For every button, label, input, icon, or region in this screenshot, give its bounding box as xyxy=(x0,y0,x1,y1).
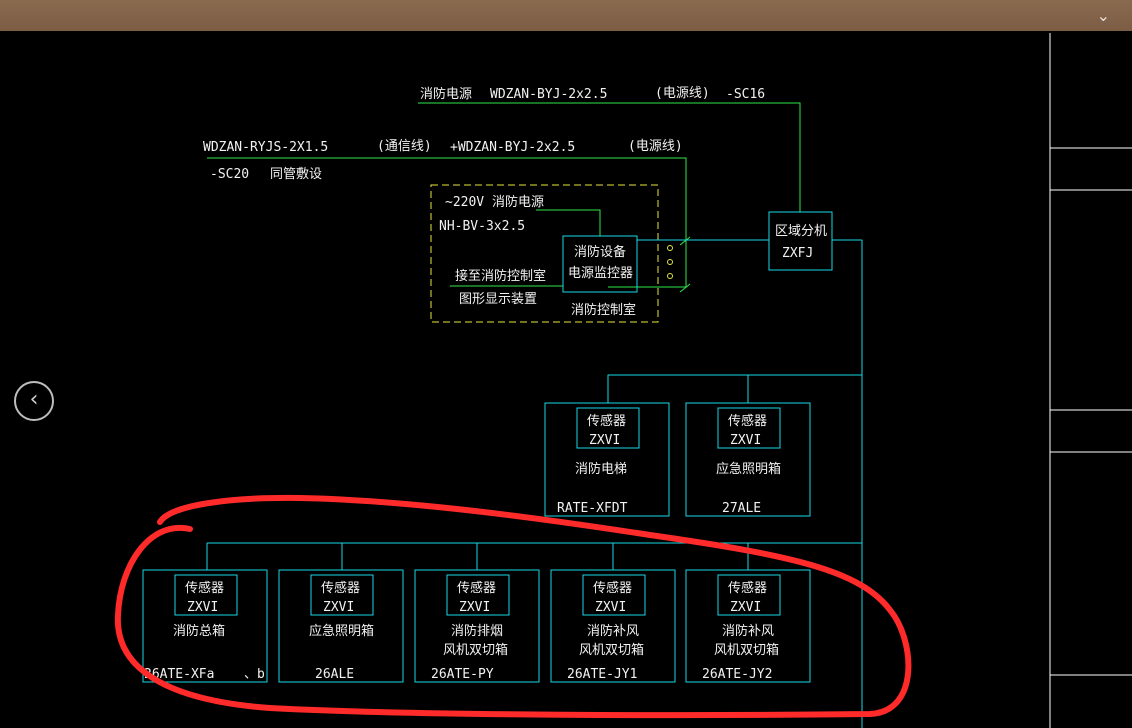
control-room-line1: ~220V 消防电源 xyxy=(445,194,544,210)
device-id: 26ATE-PY xyxy=(431,667,494,682)
device-box: 传感器 ZXVI 应急照明箱 26ALE xyxy=(278,569,404,683)
cad-diagram: 消防电源 WDZAN-BYJ-2x2.5 (电源线) -SC16 WDZAN-R… xyxy=(114,33,1132,728)
device-id: RATE-XFDT xyxy=(557,501,628,516)
device-name: 消防补风 xyxy=(587,623,639,639)
top-cable-label-d: -SC16 xyxy=(726,87,765,102)
device-box: 传感器 ZXVI 消防补风风机双切箱 26ATE-JY1 xyxy=(550,569,676,683)
control-room-line2: NH-BV-3x2.5 xyxy=(439,219,525,234)
second-cable-label-a: WDZAN-RYJS-2X1.5 xyxy=(203,140,328,155)
zone-splitter-box xyxy=(768,211,833,271)
sensor-code: ZXVI xyxy=(730,433,761,448)
device-box: 传感器 ZXVI 消防排烟风机双切箱 26ATE-PY xyxy=(414,569,540,683)
top-cable-label-a: 消防电源 xyxy=(420,86,472,102)
device-id: 27ALE xyxy=(722,501,761,516)
device-name: 应急照明箱 xyxy=(716,461,781,477)
top-cable-label-c: (电源线) xyxy=(655,86,710,101)
device-name-2: 风机双切箱 xyxy=(579,642,644,658)
zone-splitter-line2: ZXFJ xyxy=(782,246,813,261)
sensor-code: ZXVI xyxy=(589,433,620,448)
device-name: 应急照明箱 xyxy=(309,623,374,639)
monitor-line1: 消防设备 xyxy=(574,244,626,260)
connect-text-1: 接至消防控制室 xyxy=(455,268,546,284)
terminal-dots xyxy=(667,245,673,279)
control-room-label: 消防控制室 xyxy=(571,302,636,318)
device-box: 传感器 ZXVI 应急照明箱 27ALE xyxy=(685,402,811,517)
device-box: 传感器 ZXVI 消防电梯 RATE-XFDT xyxy=(544,402,670,517)
sensor-label: 传感器 xyxy=(321,580,360,596)
zone-splitter-line1: 区域分机 xyxy=(775,224,827,239)
sensor-code: ZXVI xyxy=(730,600,761,615)
sensor-label: 传感器 xyxy=(728,413,767,429)
second-cable-label-b: (通信线) xyxy=(377,139,432,154)
device-id: 26ALE xyxy=(315,667,354,682)
connect-text-2: 图形显示装置 xyxy=(459,292,537,307)
device-id: 26ATE-JY2 xyxy=(702,667,772,682)
device-id-suffix: 、b xyxy=(244,667,265,682)
monitor-line2: 电源监控器 xyxy=(568,266,633,281)
red-annotation-loop xyxy=(114,494,912,719)
second-cable-label-d: (电源线) xyxy=(628,139,683,154)
device-name-2: 风机双切箱 xyxy=(443,642,508,658)
sensor-label: 传感器 xyxy=(593,580,632,596)
device-id: 26ATE-JY1 xyxy=(567,667,637,682)
sensor-code: ZXVI xyxy=(323,600,354,615)
second-cable-sub-b: 同管敷设 xyxy=(270,167,322,182)
device-name: 消防电梯 xyxy=(575,461,627,477)
sensor-label: 传感器 xyxy=(185,580,224,596)
sensor-label: 传感器 xyxy=(587,413,626,429)
sensor-code: ZXVI xyxy=(459,600,490,615)
device-name: 消防排烟 xyxy=(451,623,503,639)
device-box: 传感器 ZXVI 消防补风风机双切箱 26ATE-JY2 xyxy=(685,569,811,683)
second-cable-label-c: +WDZAN-BYJ-2x2.5 xyxy=(450,140,575,155)
device-name: 消防补风 xyxy=(722,623,774,639)
sensor-code: ZXVI xyxy=(595,600,626,615)
device-box: 传感器ZXVI消防总箱26ATE-XFa 、b xyxy=(142,569,268,683)
sensor-label: 传感器 xyxy=(728,580,767,596)
back-button[interactable]: ‹ xyxy=(14,381,54,421)
top-cable-label-b: WDZAN-BYJ-2x2.5 xyxy=(490,87,607,102)
second-cable-sub-a: -SC20 xyxy=(210,167,249,182)
title-block-frame xyxy=(1049,33,1132,728)
device-name: 消防总箱 xyxy=(173,623,225,639)
sensor-code: ZXVI xyxy=(187,600,218,615)
device-name-2: 风机双切箱 xyxy=(714,642,779,658)
sensor-label: 传感器 xyxy=(457,580,496,596)
